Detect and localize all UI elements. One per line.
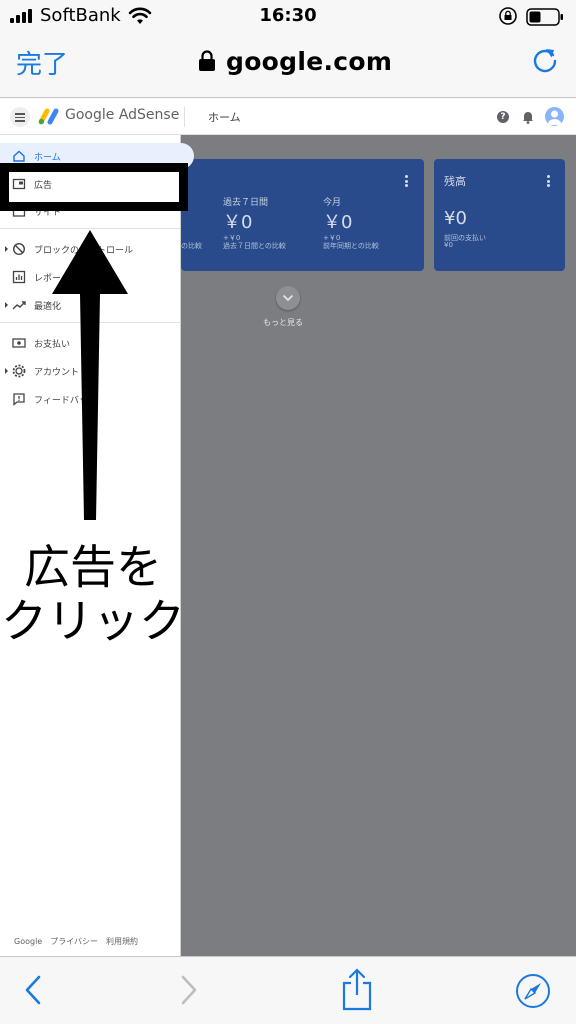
annotation-text: 広告を クリック [0, 540, 186, 648]
back-icon[interactable] [22, 973, 44, 1007]
avatar[interactable] [545, 107, 564, 126]
annotation-highlight-box [0, 163, 188, 211]
web-content: Google AdSense ホーム ? 過去７日間 ￥0 +￥0 過去７日間と… [0, 99, 576, 956]
feedback-icon [13, 393, 25, 406]
adsense-logo-text: Google AdSense [65, 107, 180, 123]
share-icon[interactable] [340, 967, 374, 1011]
expand-arrow-icon [5, 246, 8, 252]
done-button[interactable]: 完了 [16, 44, 68, 81]
adsense-logo-icon [38, 108, 59, 125]
balance-card: 残高 ¥0 前回の支払い ¥0 [434, 159, 565, 271]
annotation-arrow-icon [52, 230, 128, 520]
optimize-icon [12, 301, 26, 310]
header-divider [184, 107, 185, 127]
reload-icon[interactable] [530, 46, 560, 76]
clock: 16:30 [259, 5, 317, 26]
metric-compare: 過去７日間との比較 [223, 242, 286, 250]
metric-label: 今月 [323, 198, 342, 208]
sidebar-item-label: ホーム [34, 153, 61, 163]
show-more-label: もっと見る [263, 318, 303, 327]
earnings-card: 過去７日間 ￥0 +￥0 過去７日間との比較 の比較 今月 ￥0 +￥0 前年同… [181, 159, 424, 271]
url-text: google.com [226, 46, 393, 76]
drawer-footer-links[interactable]: Google プライバシー 利用規約 [14, 936, 138, 947]
last-payment-value: ¥0 [444, 241, 453, 249]
expand-arrow-icon [5, 368, 8, 374]
compass-icon[interactable] [515, 973, 551, 1009]
dashboard-overlay[interactable]: 過去７日間 ￥0 +￥0 過去７日間との比較 の比較 今月 ￥0 +￥0 前年同… [181, 135, 576, 956]
rotation-lock-icon [499, 7, 517, 25]
notification-bell-icon[interactable] [522, 110, 534, 124]
annotation-line-2: クリック [1, 594, 185, 648]
status-bar: SoftBank 16:30 [0, 0, 576, 34]
lock-icon [199, 50, 215, 71]
hamburger-menu-icon[interactable] [10, 107, 30, 127]
show-more-button[interactable] [276, 286, 300, 310]
expand-arrow-icon [5, 302, 8, 308]
metric-compare: 前年同期との比較 [323, 242, 379, 250]
metric-value: ￥0 [223, 212, 253, 233]
balance-title: 残高 [444, 175, 466, 188]
more-vert-icon[interactable] [405, 175, 408, 187]
more-vert-icon[interactable] [547, 175, 550, 187]
annotation-line-1: 広告を [24, 540, 162, 594]
report-icon [12, 270, 26, 284]
help-icon[interactable]: ? [497, 111, 509, 123]
adsense-header: Google AdSense ホーム ? [0, 99, 576, 135]
browser-bottom-toolbar [0, 956, 576, 1024]
page-title: ホーム [208, 111, 241, 124]
address-bar[interactable]: google.com [198, 44, 392, 78]
battery-icon [526, 8, 563, 26]
block-icon [12, 242, 26, 256]
metric-label: 過去７日間 [223, 198, 269, 208]
sidebar-divider [0, 228, 181, 229]
balance-value: ¥0 [444, 208, 467, 229]
forward-icon[interactable] [178, 973, 200, 1007]
metric-value: ￥0 [323, 212, 353, 233]
home-icon [13, 150, 25, 162]
chevron-down-icon [283, 295, 293, 302]
account-icon [12, 364, 26, 378]
metric-compare-cut: の比較 [181, 242, 202, 250]
payment-icon [12, 338, 26, 348]
browser-toolbar: 完了 google.com [0, 34, 576, 98]
account-avatar-icon [547, 110, 562, 125]
